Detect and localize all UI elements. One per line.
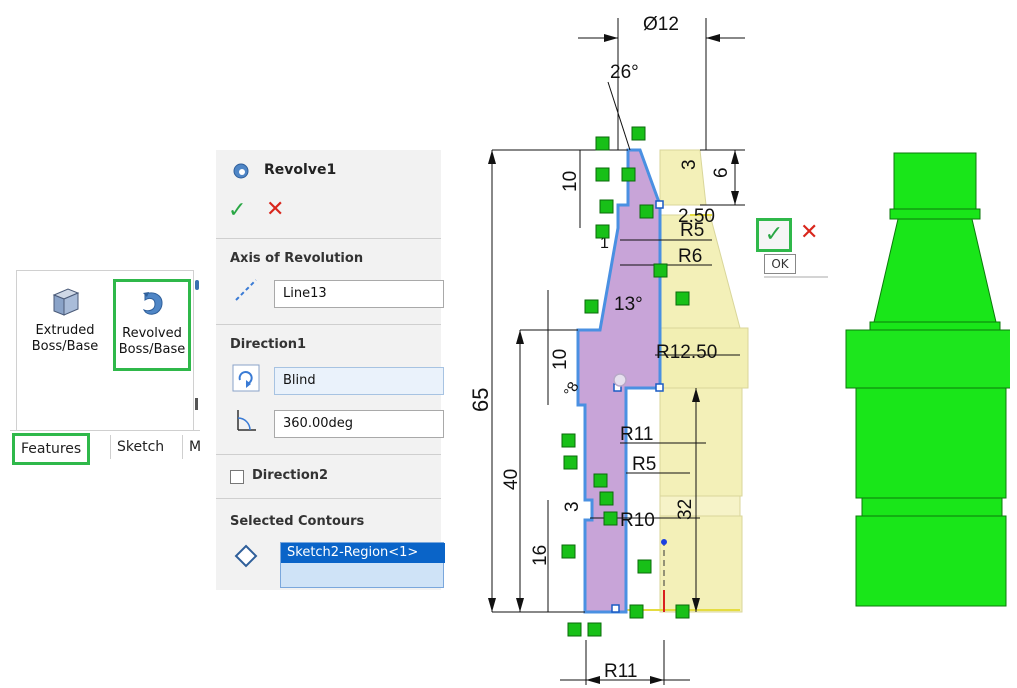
close-icon[interactable]: ✕	[266, 197, 284, 222]
selected-contours-heading: Selected Contours	[230, 514, 365, 529]
tab-features[interactable]: Features	[12, 433, 91, 465]
confirmation-corner: ✓ ✕ OK	[748, 218, 828, 278]
feature-title: Revolve1	[264, 162, 337, 178]
dim-r10: R10	[620, 510, 655, 531]
divider	[216, 238, 441, 239]
dim-10-top: 10	[560, 171, 581, 192]
reverse-direction-icon[interactable]	[232, 364, 260, 392]
dim-10-mid: 10	[550, 349, 571, 370]
close-icon[interactable]: ✕	[800, 220, 818, 245]
tab-sketch[interactable]: Sketch	[110, 435, 170, 459]
contour-list-item[interactable]: Sketch2-Region<1>	[281, 543, 445, 563]
dim-r11-mid: R11	[620, 424, 653, 445]
dim-3: 3	[679, 159, 700, 170]
dim-r5-low: R5	[632, 454, 656, 475]
check-icon[interactable]: ✓	[756, 218, 792, 252]
direction1-heading: Direction1	[230, 337, 307, 352]
command-manager-tabs: Features Sketch M	[10, 430, 201, 465]
sketch-graphics-area[interactable]: Ø12 26° 10 3 6 2.50 R5 R6 1 13° R12.50 1…	[460, 5, 780, 688]
dim-40: 40	[501, 469, 522, 490]
divider	[216, 498, 441, 499]
angle-field[interactable]: 360.00deg	[274, 410, 444, 438]
revolved-boss-base-label: Revolved Boss/Base	[118, 326, 186, 357]
revolved-boss-base-button[interactable]: Revolved Boss/Base	[113, 279, 191, 371]
axis-point	[661, 539, 667, 545]
dim-r6: R6	[678, 246, 702, 267]
ribbon-overflow-mark	[195, 280, 199, 290]
revolve-title-icon	[233, 163, 249, 179]
ok-tooltip: OK	[764, 254, 796, 274]
selected-contours-list[interactable]: Sketch2-Region<1>	[280, 542, 445, 588]
dim-angle-top: 26°	[610, 62, 639, 83]
dim-r5-top: R5	[680, 220, 704, 241]
tab-more[interactable]: M	[182, 435, 207, 459]
contour-diamond-icon	[234, 544, 258, 568]
divider	[764, 276, 828, 278]
ribbon-divider-mark	[195, 398, 198, 410]
command-manager-ribbon: Extruded Boss/Base Revolved Boss/Base Fe…	[10, 270, 201, 465]
direction2-label: Direction2	[252, 468, 329, 483]
divider	[216, 454, 441, 455]
dim-32: 32	[675, 499, 696, 520]
extruded-boss-base-label: Extruded Boss/Base	[31, 323, 99, 354]
dim-16: 16	[530, 545, 551, 566]
dim-diameter-top: Ø12	[643, 14, 679, 35]
revolve-icon	[142, 292, 163, 315]
ribbon-tools: Extruded Boss/Base Revolved Boss/Base	[16, 270, 194, 431]
revolved-solid-preview	[845, 152, 1010, 607]
extrude-icon	[52, 288, 80, 316]
axis-field[interactable]: Line13	[274, 280, 444, 308]
revolve-property-manager: Revolve1 ✓ ✕ Axis of Revolution Line13 D…	[216, 150, 445, 590]
extruded-boss-base-button[interactable]: Extruded Boss/Base	[25, 279, 105, 355]
axis-of-revolution-heading: Axis of Revolution	[230, 251, 364, 266]
dim-6: 6	[711, 167, 732, 178]
check-icon[interactable]: ✓	[228, 198, 246, 223]
divider	[216, 324, 441, 325]
dim-3-low: 3	[562, 501, 583, 512]
dim-r11-bottom: R11	[604, 661, 637, 682]
dim-r12-50: R12.50	[656, 342, 717, 363]
dim-65: 65	[468, 388, 493, 412]
axis-line-icon	[235, 279, 257, 301]
angle-icon	[237, 410, 256, 431]
end-condition-select[interactable]: Blind	[274, 367, 444, 395]
dim-angle-mid: 13°	[614, 294, 643, 315]
direction2-checkbox[interactable]	[230, 470, 244, 484]
